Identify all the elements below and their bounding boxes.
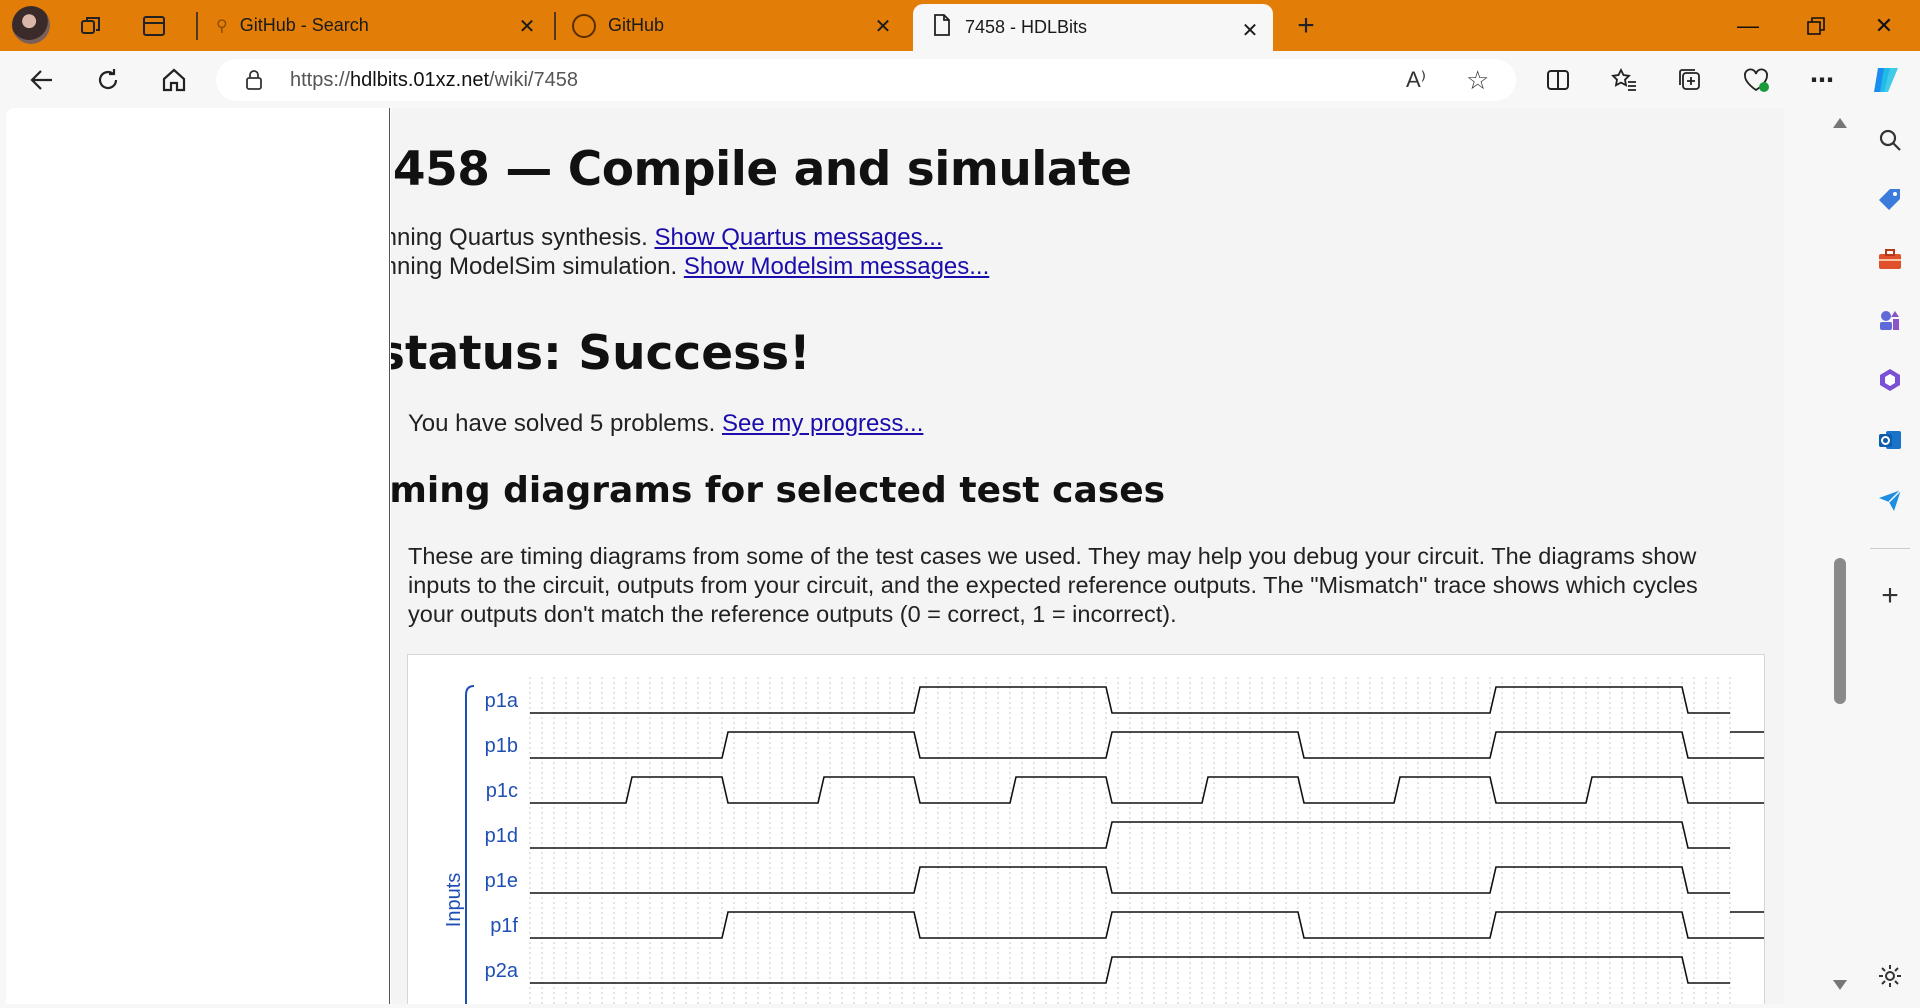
url-scheme: https://	[290, 69, 351, 91]
tools-briefcase-icon[interactable]	[1874, 244, 1906, 276]
status-heading: ꜱtatus: Success!	[391, 326, 811, 381]
scroll-down-arrow[interactable]	[1833, 980, 1847, 990]
close-window-icon[interactable]: ✕	[1864, 8, 1904, 44]
workspaces-icon[interactable]	[74, 8, 110, 44]
timing-diagrams-heading: iming diagrams for selected test cases	[391, 470, 1166, 511]
timing-diagram: Inputs p1a p1b p1c p1d p1e p1f p2a	[407, 654, 1784, 1004]
show-quartus-messages-link[interactable]: Show Quartus messages...	[654, 224, 942, 251]
refresh-icon[interactable]	[88, 61, 128, 99]
github-icon	[572, 13, 596, 38]
search-icon[interactable]	[1874, 124, 1906, 156]
restore-icon[interactable]	[1796, 8, 1836, 44]
solved-line: You have solved 5 problems. See my progr…	[408, 410, 923, 438]
timing-diagram-svg: Inputs p1a p1b p1c p1d p1e p1f p2a	[443, 677, 1784, 1004]
games-icon[interactable]	[1874, 304, 1906, 336]
signal-label-p1b: p1b	[485, 735, 518, 757]
home-icon[interactable]	[154, 61, 194, 99]
copilot-icon[interactable]	[1866, 61, 1906, 99]
collections-icon[interactable]	[1670, 61, 1710, 99]
tab-label: GitHub	[608, 15, 665, 35]
tab-github-search[interactable]: ⚲ GitHub - Search ✕	[206, 0, 550, 51]
signal-label-p1a: p1a	[485, 690, 519, 712]
close-icon[interactable]: ✕	[1237, 17, 1263, 43]
scroll-up-arrow[interactable]	[1833, 118, 1847, 128]
shopping-tag-icon[interactable]	[1874, 184, 1906, 216]
tab-label: GitHub - Search	[239, 15, 369, 35]
url-text[interactable]: https://hdlbits.01xz.net/wiki/7458	[290, 69, 578, 92]
browser-essentials-icon[interactable]	[1736, 61, 1776, 99]
vertical-tabs-icon[interactable]	[136, 8, 172, 44]
split-screen-icon[interactable]	[1538, 61, 1578, 99]
signal-label-p1c: p1c	[486, 780, 518, 802]
signal-label-p1f: p1f	[490, 915, 518, 937]
left-blank-panel	[6, 108, 390, 1004]
waveform-p1a	[530, 686, 1730, 714]
sidebar-divider	[1870, 548, 1910, 549]
waveform-p1d	[530, 821, 1730, 849]
modelsim-text: ınning ModelSim simulation.	[391, 253, 684, 280]
timing-description: These are timing diagrams from some of t…	[408, 543, 1698, 627]
page-viewport: '458 — Compile and simulate ınning Quart…	[6, 108, 1784, 1004]
tab-hdlbits[interactable]: 7458 - HDLBits ✕	[913, 4, 1273, 51]
waveform-p1f	[530, 911, 1784, 939]
tab-separator	[196, 12, 198, 40]
new-tab-icon[interactable]: +	[1288, 8, 1324, 44]
signal-label-p2a: p2a	[485, 960, 519, 982]
url-path: /wiki/7458	[489, 69, 578, 91]
lock-icon	[244, 69, 264, 96]
more-options-icon[interactable]: ⋯	[1802, 61, 1842, 99]
office-icon[interactable]	[1874, 364, 1906, 396]
waveform-p1b	[530, 731, 1784, 759]
address-bar[interactable]: https://hdlbits.01xz.net/wiki/7458 A⁾ ☆	[216, 59, 1516, 101]
url-host: hdlbits.01xz.net	[350, 69, 490, 91]
navigation-bar: https://hdlbits.01xz.net/wiki/7458 A⁾ ☆ …	[0, 51, 1920, 108]
outlook-icon[interactable]	[1874, 424, 1906, 456]
tab-label: 7458 - HDLBits	[965, 17, 1088, 37]
browser-title-bar: ⚲ GitHub - Search ✕ GitHub ✕ 7458 - HDLB…	[0, 0, 1920, 51]
favorite-star-icon[interactable]: ☆	[1466, 65, 1489, 96]
see-my-progress-link[interactable]: See my progress...	[722, 410, 923, 437]
page-scrollbar[interactable]	[1827, 108, 1853, 1004]
inputs-group-label: Inputs	[443, 873, 465, 927]
page-title: '458 — Compile and simulate	[391, 142, 1132, 197]
page-icon	[933, 14, 951, 41]
profile-avatar[interactable]	[12, 6, 50, 44]
waveform-p1c	[530, 776, 1784, 804]
send-icon[interactable]	[1874, 484, 1906, 516]
quartus-text: ınning Quartus synthesis.	[391, 224, 655, 251]
solved-text: You have solved 5 problems.	[408, 410, 722, 437]
scrollbar-thumb[interactable]	[1834, 558, 1846, 704]
edge-sidebar: +	[1860, 108, 1920, 1004]
search-icon: ⚲	[216, 17, 228, 35]
page-content: '458 — Compile and simulate ınning Quart…	[391, 108, 1784, 1004]
modelsim-status-line: ınning ModelSim simulation. Show Modelsi…	[391, 253, 989, 281]
favorites-icon[interactable]	[1604, 61, 1644, 99]
quartus-status-line: ınning Quartus synthesis. Show Quartus m…	[391, 224, 943, 252]
inputs-group-bracket	[465, 685, 475, 1004]
back-icon[interactable]	[22, 61, 62, 99]
minimize-icon[interactable]: —	[1728, 8, 1768, 44]
signal-label-p1d: p1d	[485, 825, 518, 847]
waveform-p2a	[530, 956, 1730, 984]
settings-gear-icon[interactable]	[1874, 960, 1906, 992]
show-modelsim-messages-link[interactable]: Show Modelsim messages...	[684, 253, 989, 280]
close-icon[interactable]: ✕	[870, 13, 896, 39]
read-aloud-icon[interactable]: A⁾	[1406, 67, 1426, 93]
close-icon[interactable]: ✕	[514, 13, 540, 39]
tab-separator	[554, 12, 556, 40]
signal-label-p1e: p1e	[485, 870, 518, 892]
add-icon[interactable]: +	[1874, 579, 1906, 612]
tab-github[interactable]: GitHub ✕	[566, 0, 906, 51]
waveform-p1e	[530, 866, 1730, 894]
